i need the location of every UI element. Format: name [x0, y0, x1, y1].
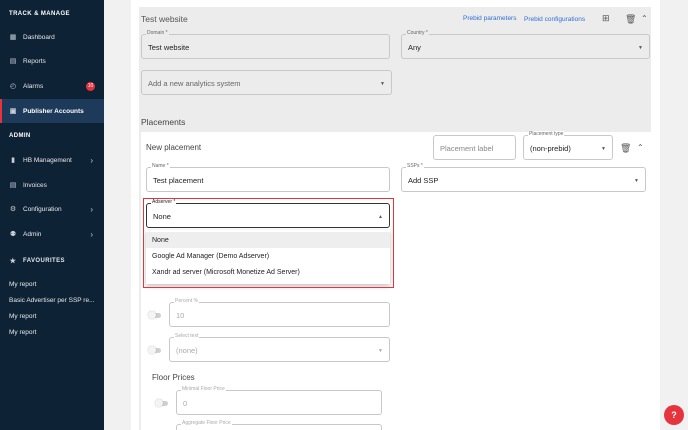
placements-title: Placements: [141, 117, 186, 127]
dashboard-icon: ▦: [9, 34, 17, 41]
name-label: Name *: [151, 163, 170, 169]
chevron-right-icon: ›: [90, 229, 93, 239]
percent-label: Percent %: [174, 298, 200, 304]
alarm-icon: ◴: [9, 83, 17, 90]
prebid-configurations-link[interactable]: Prebid configurations: [524, 16, 585, 23]
help-widget-icon[interactable]: ?: [664, 405, 684, 425]
ssps-select[interactable]: SSPs * Add SSP ▼: [401, 163, 646, 192]
domain-value: Test website: [148, 43, 190, 52]
chevron-right-icon: ›: [90, 204, 93, 214]
caret-down-icon: ▼: [378, 348, 383, 354]
chevron-up-icon[interactable]: ⌃: [641, 14, 648, 23]
sidebar-item-label: Admin: [23, 230, 42, 238]
sidebar-item-reports[interactable]: ▤ Reports: [0, 50, 104, 72]
favourite-link[interactable]: Basic Advertiser per SSP re...: [9, 297, 95, 304]
sidebar-item-configuration[interactable]: ⚙ Configuration ›: [0, 198, 104, 220]
min-floor-toggle[interactable]: [155, 399, 168, 407]
percent-toggle[interactable]: [148, 311, 161, 319]
accounts-icon: ▣: [9, 108, 17, 115]
delete-icon[interactable]: 🗑: [625, 14, 636, 25]
admin-icon: ⚉: [9, 231, 17, 238]
chevron-up-icon[interactable]: ⌃: [637, 143, 644, 152]
placement-label-placeholder: Placement label: [440, 144, 494, 153]
domain-label: Domain *: [146, 30, 169, 36]
favourites-header: ★ FAVOURITES: [0, 250, 104, 272]
prebid-parameters-link[interactable]: Prebid parameters: [463, 15, 516, 22]
chevron-right-icon: ›: [90, 155, 93, 165]
sidebar-item-publisher-accounts[interactable]: ▣ Publisher Accounts: [0, 99, 104, 123]
sidebar-item-label: HB Management: [23, 156, 72, 164]
select-text-value: (none): [176, 346, 198, 355]
percent-value: 10: [176, 311, 185, 320]
country-value: Any: [408, 43, 421, 52]
placement-type-value: (non-prebid): [530, 144, 571, 153]
sidebar-item-label: Dashboard: [23, 33, 55, 41]
gear-icon: ⚙: [9, 206, 17, 213]
select-text-label: Select text: [174, 333, 200, 339]
caret-down-icon: ▼: [601, 146, 606, 152]
country-select[interactable]: Country * Any ▼: [401, 30, 650, 59]
section-track-manage: TRACK & MANAGE: [9, 11, 70, 17]
caret-down-icon: ▼: [638, 45, 643, 51]
min-floor-label: Minimal Floor Price: [181, 386, 226, 392]
percent-field[interactable]: Percent % 10: [169, 298, 390, 327]
sidebar-item-label: Invoices: [23, 181, 47, 189]
agg-floor-field[interactable]: Aggregate Floor Price: [176, 420, 382, 430]
sidebar-item-dashboard[interactable]: ▦ Dashboard: [0, 26, 104, 48]
country-label: Country *: [406, 30, 429, 36]
name-value: Test placement: [153, 176, 204, 185]
caret-down-icon: ▼: [380, 81, 385, 87]
sidebar-item-label: Reports: [23, 57, 46, 65]
placement-type-select[interactable]: Placement type (non-prebid) ▼: [523, 131, 613, 160]
sidebar-item-alarms[interactable]: ◴ Alarms 10: [0, 75, 104, 97]
agg-floor-label: Aggregate Floor Price: [181, 420, 232, 426]
placement-type-label: Placement type: [528, 131, 565, 137]
website-title: Test website: [141, 14, 188, 24]
domain-field[interactable]: Domain * Test website: [141, 30, 390, 59]
sidebar-item-label: Configuration: [23, 205, 62, 213]
ssps-value: Add SSP: [408, 176, 439, 185]
placement-label-input[interactable]: Placement label: [433, 135, 516, 160]
reports-icon: ▤: [9, 58, 17, 65]
caret-down-icon: ▼: [634, 178, 639, 184]
highlight-box: [143, 198, 394, 288]
select-toggle[interactable]: [148, 346, 161, 354]
min-floor-value: 0: [183, 399, 188, 408]
min-floor-field[interactable]: Minimal Floor Price 0: [176, 386, 382, 415]
placement-name-field[interactable]: Name * Test placement: [146, 163, 390, 192]
star-icon: ★: [9, 258, 17, 265]
sidebar-item-hb-management[interactable]: ▮ HB Management ›: [0, 149, 104, 171]
delete-icon[interactable]: 🗑: [620, 143, 631, 154]
floor-prices-title: Floor Prices: [152, 373, 195, 382]
favourite-link[interactable]: My report: [9, 313, 36, 320]
analytics-select[interactable]: Add a new analytics system ▼: [141, 70, 392, 95]
favourite-link[interactable]: My report: [9, 281, 36, 288]
section-favourites: FAVOURITES: [23, 258, 65, 264]
alarm-count-badge: 10: [86, 81, 95, 91]
sidebar-item-invoices[interactable]: ▤ Invoices: [0, 174, 104, 196]
sidebar-item-label: Alarms: [23, 82, 44, 90]
add-box-icon[interactable]: ⊞: [602, 13, 610, 24]
sidebar-item-admin[interactable]: ⚉ Admin ›: [0, 223, 104, 245]
new-placement-title: New placement: [146, 143, 202, 152]
ssps-label: SSPs *: [406, 163, 424, 169]
section-admin: ADMIN: [9, 133, 31, 139]
hb-icon: ▮: [11, 157, 15, 164]
invoice-icon: ▤: [9, 182, 17, 189]
select-text-field[interactable]: Select text (none) ▼: [169, 333, 390, 362]
analytics-placeholder: Add a new analytics system: [148, 79, 241, 88]
sidebar: TRACK & MANAGE ▦ Dashboard ▤ Reports ◴ A…: [0, 0, 104, 430]
favourite-link[interactable]: My report: [9, 329, 36, 336]
sidebar-item-label: Publisher Accounts: [23, 107, 84, 115]
